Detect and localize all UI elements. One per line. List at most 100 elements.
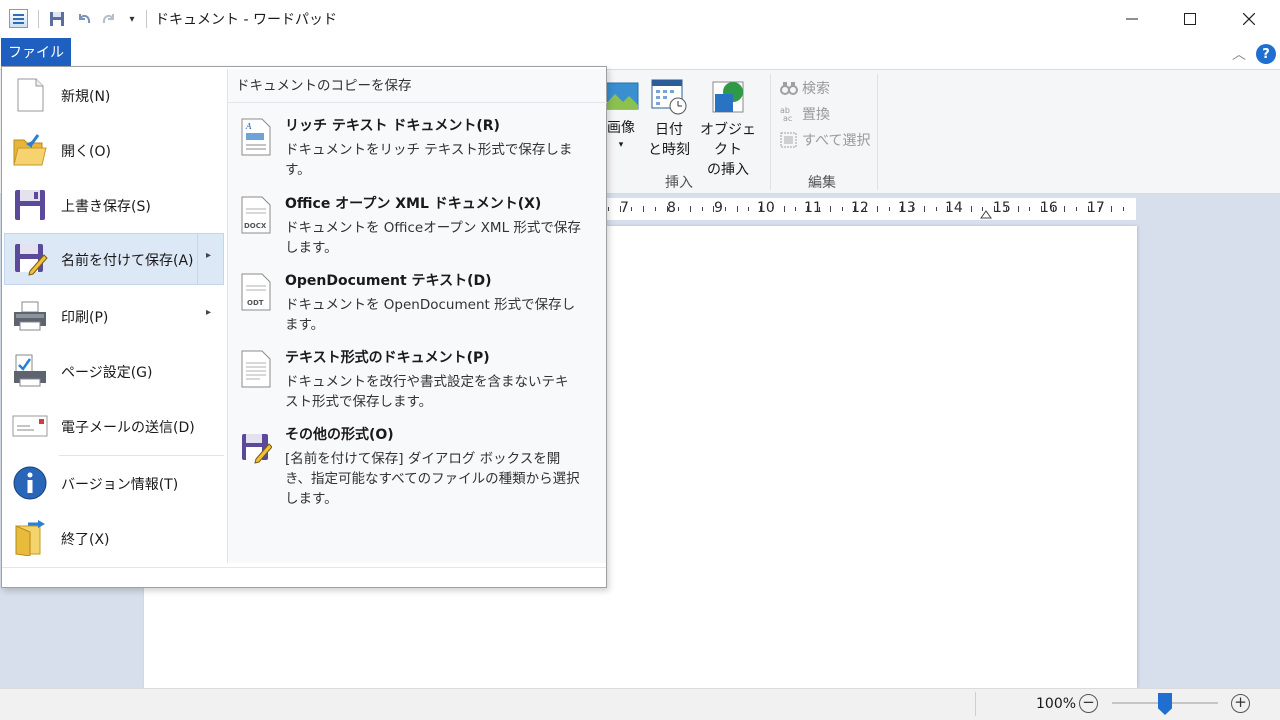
text-document-icon [241,350,271,388]
find-label: 検索 [802,81,830,97]
zoom-level: 100% [1036,696,1077,712]
menu-item-save[interactable]: 上書き保存(S) [4,179,224,231]
option-title: OpenDocument テキスト(D) [285,273,492,289]
svg-text:ac: ac [783,114,792,122]
save-icon[interactable] [47,9,67,29]
submenu-arrow-icon: ▸ [206,307,212,318]
ruler-tick [1029,207,1031,211]
calendar-clock-icon [651,79,687,115]
image-dropdown-arrow[interactable]: ▾ [602,138,640,152]
ruler-tick [1099,207,1101,211]
option-description: ドキュメントを OpenDocument 形式で保存します。 [285,297,576,333]
menu-item-label: 電子メールの送信(D) [61,420,195,436]
ruler-tick [701,207,703,211]
save-option-text[interactable]: テキスト形式のドキュメント(P) ドキュメントを改行や書式設定を含まないテキスト… [228,339,607,411]
save-option-odt[interactable]: ODT OpenDocument テキスト(D) ドキュメントを OpenDoc… [228,262,607,334]
replace-label: 置換 [802,107,830,123]
page-setup-icon [14,354,46,387]
horizontal-ruler[interactable]: 7 8 9 10 11 12 13 14 15 16 17 [606,198,1136,220]
ruler-tick [619,206,621,212]
menu-item-label: 印刷(P) [61,310,109,326]
menu-item-new[interactable]: 新規(N) [4,69,224,121]
menu-item-label: 名前を付けて保存(A) [61,253,194,269]
binoculars-icon [780,82,798,95]
ruler-tick [1122,207,1124,211]
ruler-tick [1076,207,1077,211]
ruler-tick [678,207,680,211]
datetime-label-line1: 日付 [655,122,683,138]
window-title: ドキュメント - ワードパッド [155,12,337,28]
close-button[interactable] [1220,0,1278,38]
docx-document-icon: DOCX [241,196,271,234]
menu-item-page-setup[interactable]: ページ設定(G) [4,345,224,397]
save-option-rtf[interactable]: A リッチ テキスト ドキュメント(R) ドキュメントをリッチ テキスト形式で保… [228,107,607,179]
ruler-tick [748,207,750,211]
ruler-number: 16 [1040,200,1058,216]
menu-item-open[interactable]: 開く(O) [4,124,224,176]
zoom-out-button[interactable]: − [1079,694,1098,713]
wordpad-app-icon[interactable] [9,9,28,28]
menu-item-print[interactable]: 印刷(P) ▸ [4,290,224,342]
ruler-number: 8 [667,200,676,216]
status-separator [975,692,976,716]
new-document-icon [17,78,44,112]
save-as-icon [15,244,48,276]
exit-icon [15,520,45,556]
option-title: その他の形式(O) [285,427,394,443]
ruler-tick [994,206,996,212]
ruler-tick [608,207,609,211]
menu-item-label: 開く(O) [61,144,111,160]
save-option-other-formats[interactable]: その他の形式(O) [名前を付けて保存] ダイアログ ボックスを開き、指定可能な… [228,416,607,507]
maximize-button[interactable] [1161,0,1219,38]
printer-icon [14,301,46,331]
option-description: ドキュメントをリッチ テキスト形式で保存します。 [285,142,573,178]
replace-icon: abac [780,106,792,122]
save-as-panel: ドキュメントのコピーを保存 A リッチ テキスト ドキュメント(R) ドキュメン… [227,69,607,563]
menu-item-send-email[interactable]: 電子メールの送信(D) [4,400,224,452]
other-formats-icon [242,434,272,464]
object-label-line1: オブジェクト [700,122,756,158]
odt-icon-label: ODT [247,299,264,307]
indent-marker[interactable] [980,208,992,220]
svg-text:A: A [245,122,252,131]
ruler-tick [830,206,832,212]
help-icon[interactable]: ? [1256,44,1276,64]
file-menu-commands: 新規(N) 開く(O) 上書き保存(S) 名前を付けて保存(A) ▸ 印刷(P)… [2,67,226,567]
ruler-tick [631,207,633,211]
menu-item-exit[interactable]: 終了(X) [4,512,224,564]
object-icon [712,81,744,113]
option-description: [名前を付けて保存] ダイアログ ボックスを開き、指定可能なすべてのファイルの種… [285,451,580,507]
insert-datetime-button[interactable]: 日付 と時刻 [646,78,692,160]
object-label-line2: の挿入 [707,162,749,178]
customize-quick-access-icon[interactable]: ▾ [122,9,142,29]
collapse-ribbon-icon[interactable]: ︿ [1232,44,1246,64]
zoom-in-button[interactable]: + [1231,694,1250,713]
ruler-tick [643,206,645,212]
option-title: リッチ テキスト ドキュメント(R) [285,118,500,134]
find-button[interactable]: 検索 [780,78,830,98]
save-option-docx[interactable]: DOCX Office オープン XML ドキュメント(X) ドキュメントを O… [228,185,607,257]
menu-item-label: 上書き保存(S) [61,199,151,215]
ruler-tick [654,207,656,211]
email-icon [12,415,48,437]
ruler-tick [865,207,867,211]
minimize-button[interactable] [1103,0,1161,38]
insert-image-button[interactable]: 画像 ▾ [602,78,640,152]
menu-item-label: 終了(X) [61,532,110,548]
menu-item-save-as[interactable]: 名前を付けて保存(A) ▸ [4,233,224,285]
replace-button[interactable]: ab ac 置換 [780,104,830,124]
undo-icon[interactable] [74,9,94,29]
select-all-button[interactable]: すべて選択 [780,130,870,150]
menu-item-about[interactable]: バージョン情報(T) [4,457,224,509]
submenu-divider [197,234,198,284]
ribbon-group-separator [770,74,771,190]
ruler-tick [736,206,738,212]
insert-object-button[interactable]: オブジェクト の挿入 [694,78,762,180]
title-bar: ▾ ドキュメント - ワードパッド [0,0,1280,38]
redo-icon[interactable] [99,9,119,29]
file-tab[interactable]: ファイル [1,38,71,66]
title-separator [146,10,147,28]
ruler-tick [725,207,726,211]
panel-header: ドキュメントのコピーを保存 [228,75,607,103]
image-icon [603,82,639,110]
